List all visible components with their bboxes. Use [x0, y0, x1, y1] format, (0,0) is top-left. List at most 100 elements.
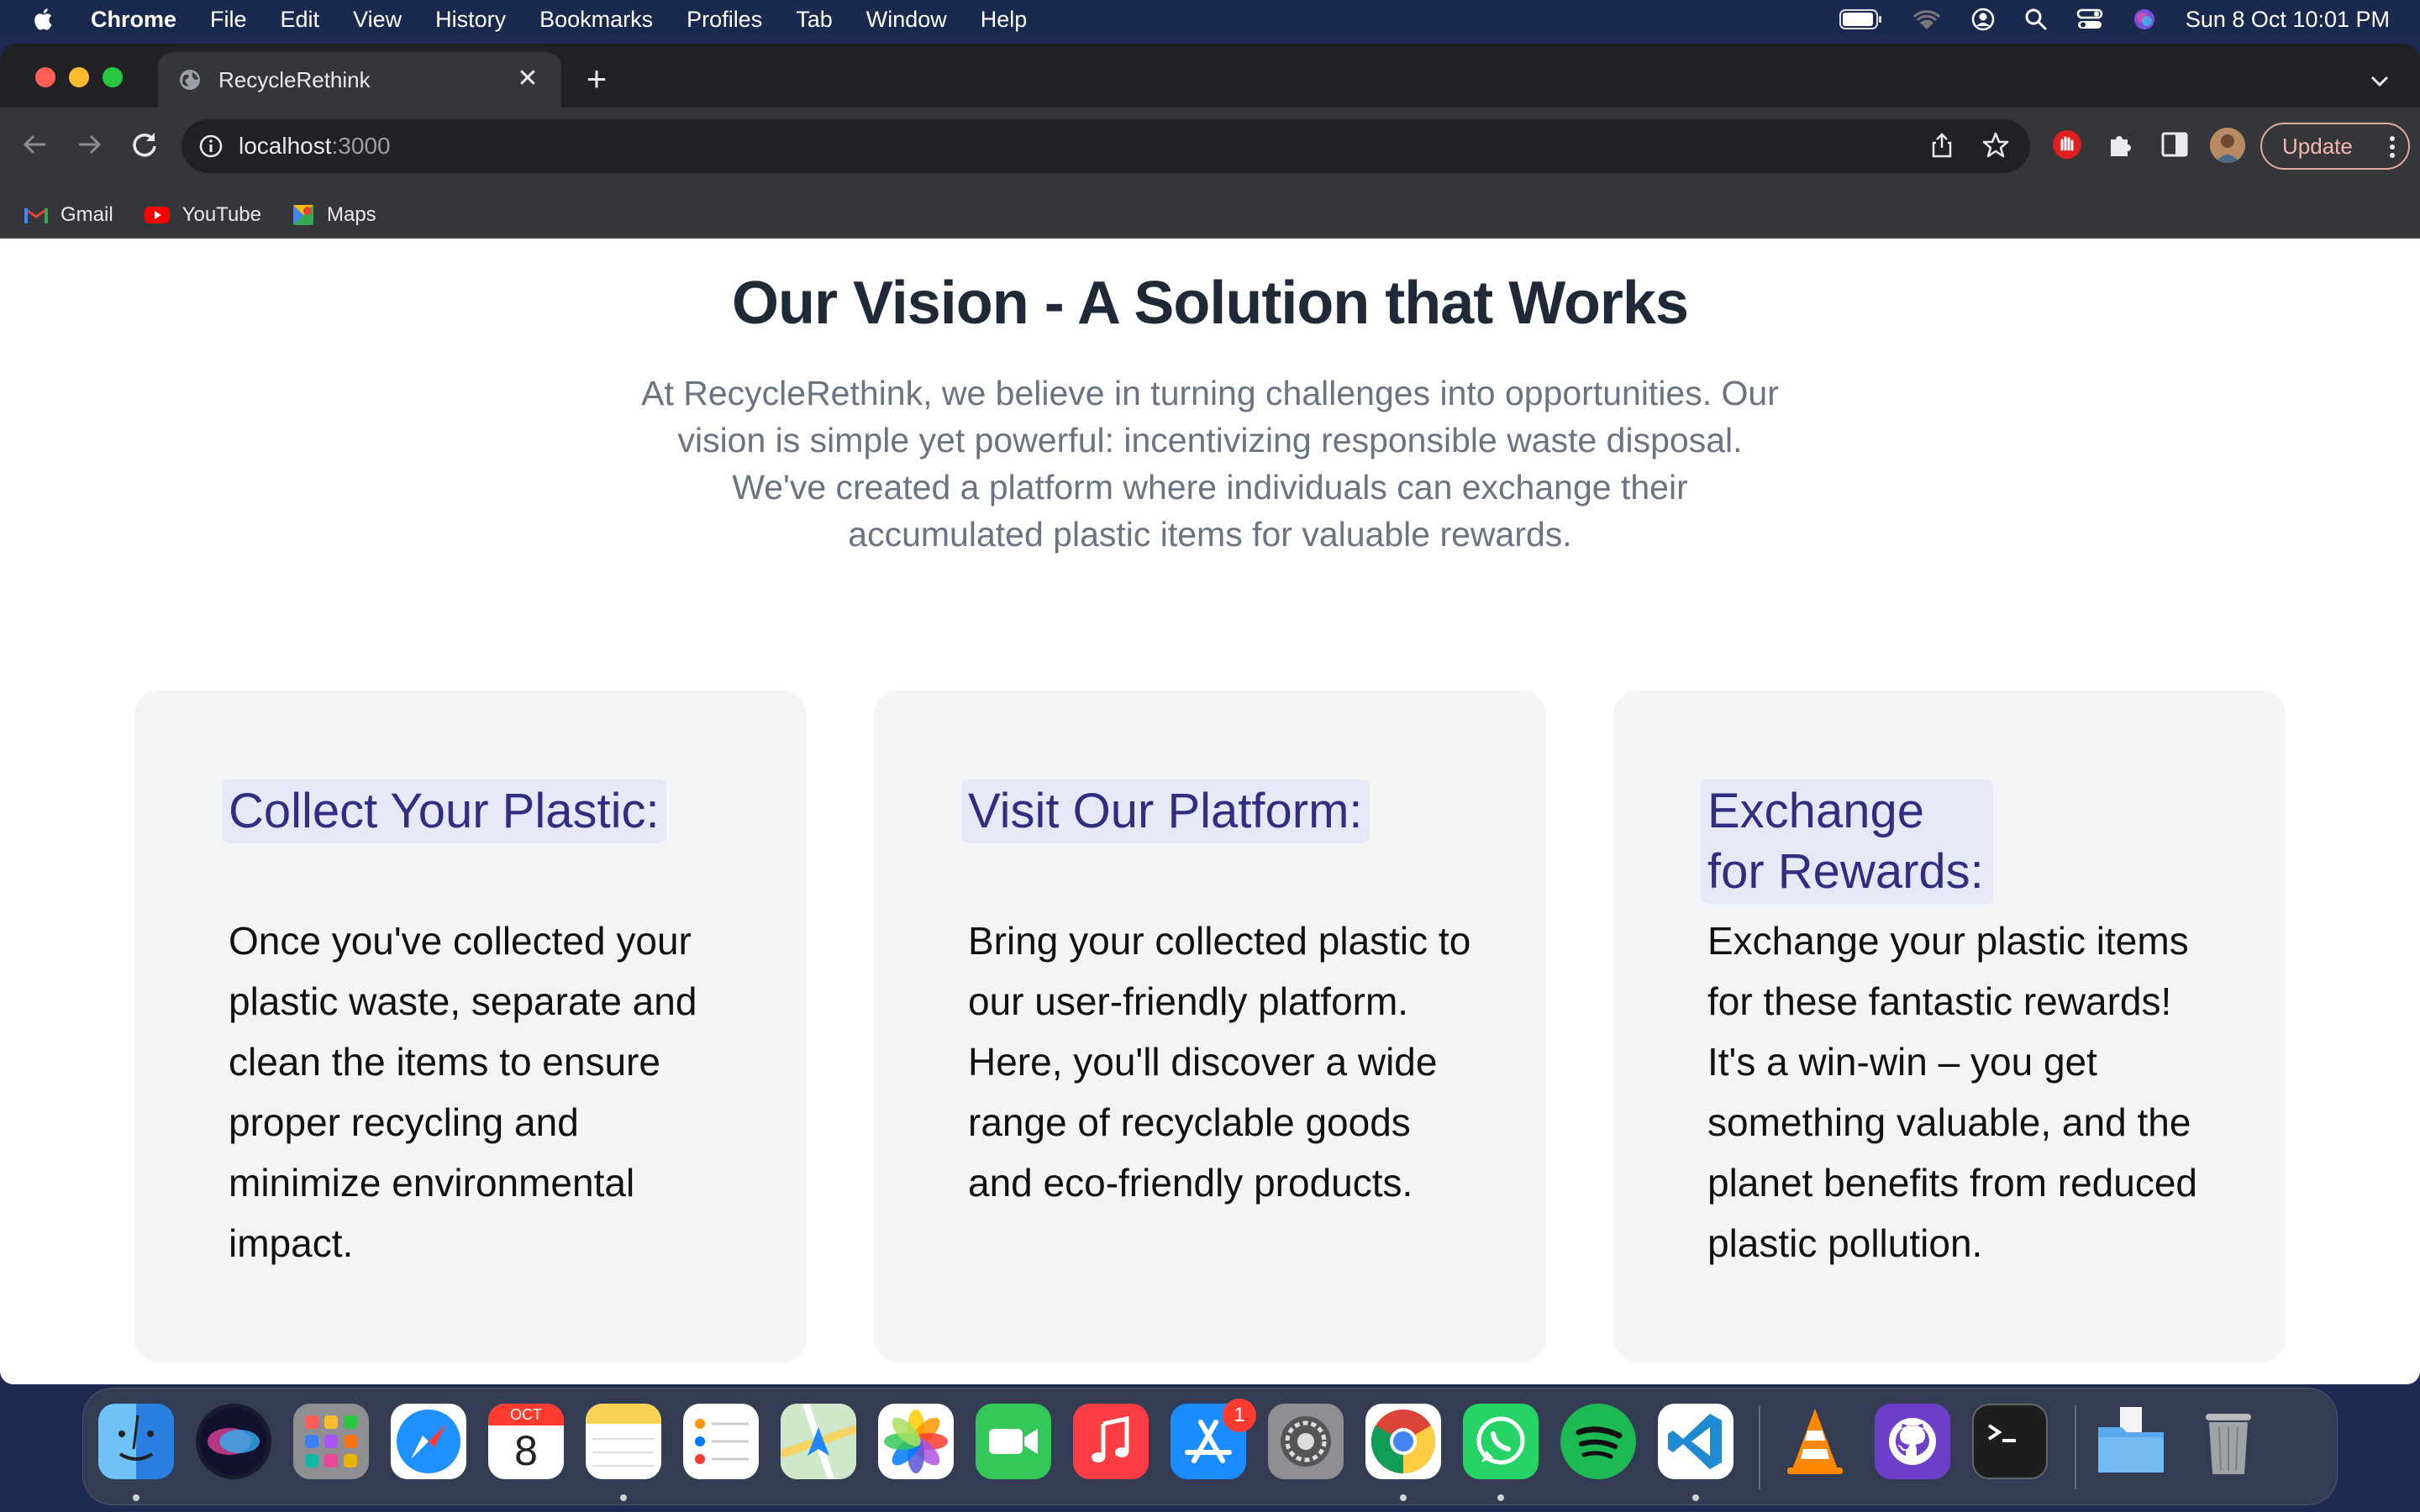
bookmark-youtube-label: YouTube [182, 202, 261, 226]
menu-app-name[interactable]: Chrome [91, 7, 176, 33]
app-store-icon[interactable]: 1 [1171, 1399, 1256, 1479]
forward-arrow-icon[interactable] [71, 126, 108, 163]
system-settings-icon[interactable] [1268, 1404, 1344, 1479]
menu-bar-clock[interactable]: Sun 8 Oct 10:01 PM [2186, 7, 2390, 33]
app-store-update-badge: 1 [1223, 1399, 1256, 1432]
youtube-icon [144, 206, 170, 223]
card-title-visit: Visit Our Platform: [961, 780, 1370, 843]
safari-icon[interactable] [391, 1404, 466, 1479]
menu-view[interactable]: View [353, 7, 402, 33]
finder-icon[interactable] [98, 1404, 174, 1479]
bookmarks-bar: Gmail YouTube Maps [0, 192, 2420, 239]
menu-tab[interactable]: Tab [796, 7, 833, 33]
terminal-icon[interactable] [1972, 1404, 2048, 1479]
card-title-collect: Collect Your Plastic: [222, 780, 666, 843]
side-panel-icon[interactable] [2156, 126, 2193, 163]
bookmark-star-icon[interactable] [1981, 131, 2010, 160]
vision-intro-text: At RecycleRethink, we believe in turning… [641, 374, 1779, 554]
macos-menu-bar: Chrome File Edit View History Bookmarks … [0, 0, 2420, 39]
extension-stop-hand-icon[interactable] [2049, 126, 2086, 163]
window-close-button[interactable] [35, 67, 55, 87]
dock-separator [1759, 1405, 1760, 1489]
reload-icon[interactable] [126, 126, 163, 163]
extensions-puzzle-icon[interactable] [2102, 126, 2139, 163]
chrome-update-button[interactable]: Update [2260, 123, 2410, 170]
bookmark-gmail[interactable]: Gmail [24, 203, 113, 227]
trash-icon[interactable] [2191, 1404, 2266, 1479]
spotify-icon[interactable] [1560, 1404, 1636, 1479]
browser-tab-active[interactable]: RecycleRethink ✕ [158, 52, 561, 108]
calendar-month: OCT [488, 1404, 564, 1425]
github-desktop-icon[interactable] [1875, 1404, 1950, 1479]
bookmark-maps-label: Maps [326, 202, 376, 226]
step-card-collect: Collect Your Plastic: Once you've collec… [134, 690, 807, 1362]
step-card-exchange: Exchange for Rewards: Exchange your plas… [1613, 690, 2286, 1362]
user-account-icon[interactable] [1970, 7, 1996, 32]
bookmark-maps[interactable]: Maps [292, 203, 376, 227]
downloads-folder-icon[interactable] [2093, 1404, 2169, 1479]
tab-search-chevron-down-icon[interactable] [2365, 66, 2395, 96]
browser-window-chrome: RecycleRethink ✕ + localhost:3000 Update [0, 44, 2420, 239]
web-page-content: Our Vision - A Solution that Works At Re… [0, 239, 2420, 1384]
site-info-icon[interactable] [198, 134, 224, 159]
chrome-app-icon[interactable] [1365, 1404, 1441, 1479]
bookmark-gmail-label: Gmail [60, 202, 113, 226]
vlc-icon[interactable] [1777, 1404, 1853, 1479]
whatsapp-running-indicator [1497, 1494, 1504, 1501]
tab-close-icon[interactable]: ✕ [513, 64, 543, 94]
finder-running-indicator [133, 1494, 139, 1501]
card-body-exchange: Exchange your plastic items for these fa… [1707, 919, 2198, 1265]
vscode-running-indicator [1692, 1494, 1699, 1501]
profile-avatar[interactable] [2210, 128, 2245, 163]
google-maps-icon [292, 204, 313, 225]
photos-icon[interactable] [878, 1404, 954, 1479]
facetime-icon[interactable] [976, 1404, 1051, 1479]
share-icon[interactable] [1928, 131, 1956, 160]
calendar-day: 8 [514, 1427, 538, 1474]
siri-app-icon[interactable] [196, 1404, 271, 1479]
update-button-label: Update [2282, 133, 2353, 159]
url-port-text: :3000 [331, 133, 391, 159]
menu-help[interactable]: Help [981, 7, 1028, 33]
back-arrow-icon[interactable] [17, 126, 54, 163]
more-vert-icon[interactable] [2388, 134, 2396, 160]
wifi-icon[interactable] [1912, 8, 1942, 31]
gmail-icon [24, 207, 48, 223]
avatar-person-icon [2210, 128, 2245, 163]
step-card-visit: Visit Our Platform: Bring your collected… [874, 690, 1546, 1362]
menu-file[interactable]: File [210, 7, 247, 33]
tab-title: RecycleRethink [218, 66, 371, 92]
apple-logo-icon[interactable] [32, 7, 57, 32]
card-body-visit: Bring your collected plastic to our user… [968, 919, 1471, 1205]
new-tab-plus-icon[interactable]: + [580, 61, 613, 97]
address-bar[interactable]: localhost:3000 [182, 119, 2030, 173]
control-center-icon[interactable] [2076, 8, 2103, 31]
menu-window[interactable]: Window [866, 7, 947, 33]
maps-app-icon[interactable] [781, 1404, 856, 1479]
menu-edit[interactable]: Edit [281, 7, 320, 33]
menu-bookmarks[interactable]: Bookmarks [539, 7, 653, 33]
card-body-collect: Once you've collected your plastic waste… [229, 919, 697, 1265]
vision-heading: Our Vision - A Solution that Works [731, 270, 1689, 337]
window-minimize-button[interactable] [69, 67, 89, 87]
spotlight-search-icon[interactable] [2024, 8, 2048, 31]
menu-profiles[interactable]: Profiles [687, 7, 762, 33]
tab-favicon-globe-icon [180, 70, 200, 90]
browser-toolbar: localhost:3000 Update [0, 108, 2420, 192]
dock-separator-2 [2075, 1405, 2076, 1489]
chrome-running-indicator [1400, 1494, 1407, 1501]
calendar-icon[interactable]: OCT 8 [488, 1404, 564, 1479]
whatsapp-icon[interactable] [1463, 1404, 1539, 1479]
menu-history[interactable]: History [435, 7, 506, 33]
reminders-icon[interactable] [683, 1404, 759, 1479]
window-zoom-button[interactable] [103, 67, 123, 87]
vscode-icon[interactable] [1658, 1404, 1733, 1479]
battery-icon[interactable] [1839, 8, 1883, 30]
url-host-text: localhost [239, 133, 332, 159]
notes-icon[interactable] [586, 1404, 661, 1479]
launchpad-icon[interactable] [293, 1404, 369, 1479]
siri-icon[interactable] [2132, 7, 2157, 32]
music-icon[interactable] [1073, 1404, 1149, 1479]
macos-dock: OCT 8 1 [82, 1388, 2338, 1505]
bookmark-youtube[interactable]: YouTube [144, 203, 261, 227]
